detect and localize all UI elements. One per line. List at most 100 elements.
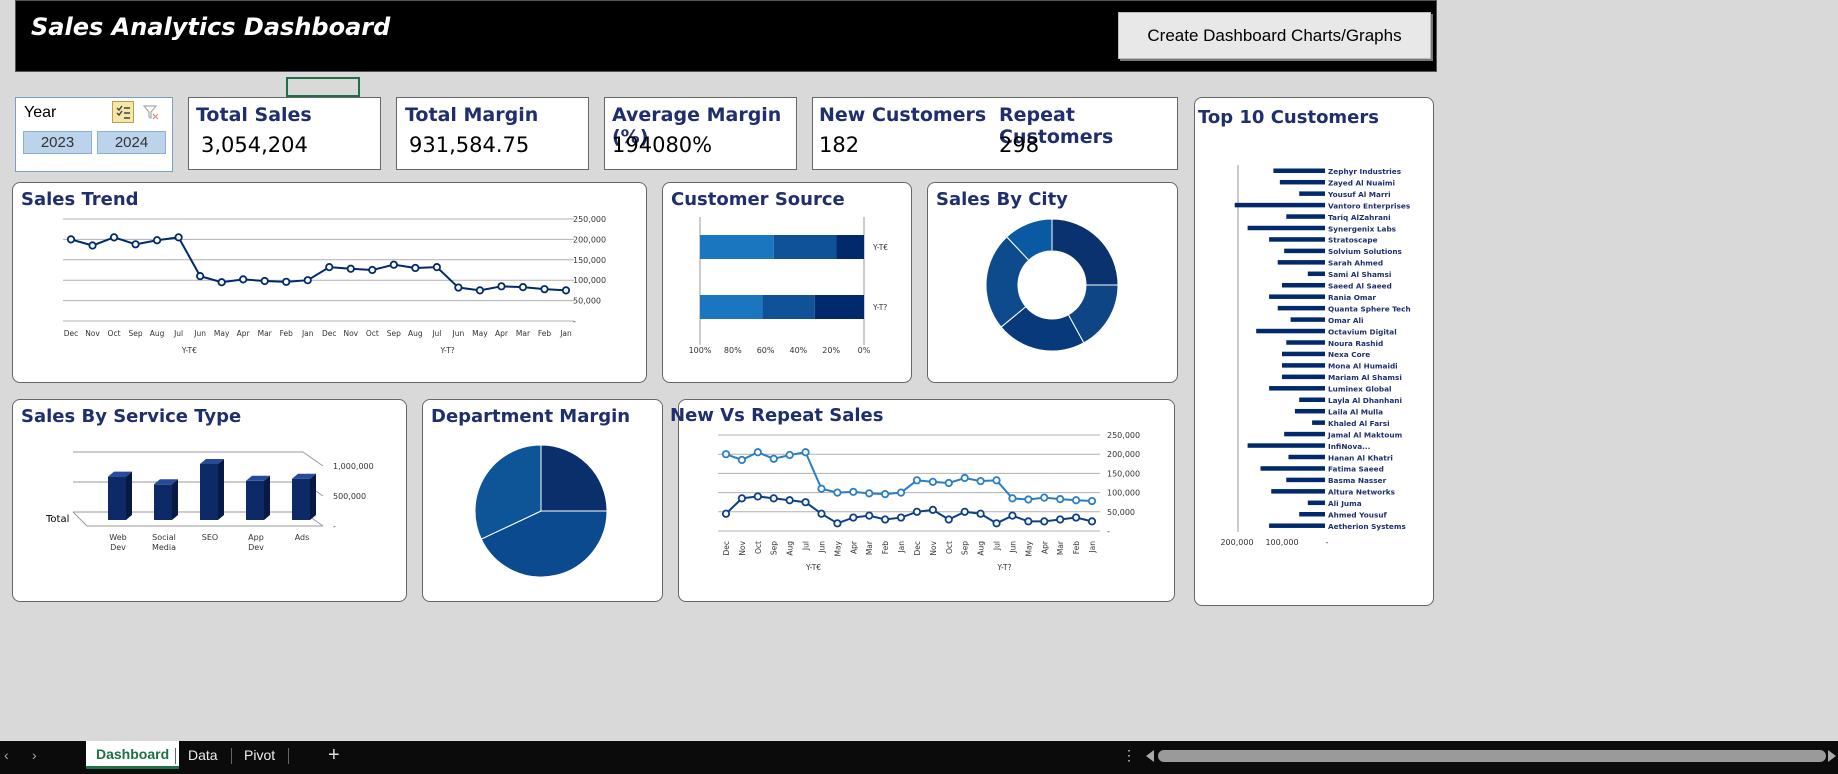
x-tick-label: Jan xyxy=(559,329,572,338)
data-point xyxy=(1040,493,1049,502)
y-tick-label: 100,000 xyxy=(573,276,606,285)
x-tick-label: Apr xyxy=(237,329,251,338)
series-label: Total xyxy=(45,514,69,525)
category-label: InfiNova... xyxy=(1328,442,1371,451)
kpi-value-repeat: 298 xyxy=(999,133,1040,157)
bar-side xyxy=(310,473,316,520)
bar xyxy=(1284,431,1325,437)
x-tick-label: 100,000 xyxy=(1265,538,1298,547)
category-label: Sami Al Shamsi xyxy=(1328,270,1391,279)
clear-filter-icon[interactable] xyxy=(140,101,162,123)
x-tick-label: Dec xyxy=(722,541,731,556)
bar xyxy=(1234,202,1325,208)
category-label: Laila Al Mulla xyxy=(1328,407,1383,416)
horizontal-scrollbar[interactable] xyxy=(1158,750,1826,762)
category-label: Aetherion Systems xyxy=(1328,522,1406,531)
y-tick-label: - xyxy=(573,317,576,326)
data-point xyxy=(817,484,826,493)
x-tick-label: Jul xyxy=(431,329,441,338)
slicer-option-2024[interactable]: 2024 xyxy=(97,131,166,154)
data-point xyxy=(912,507,922,516)
bar xyxy=(1312,420,1325,425)
hscroll-right-icon[interactable] xyxy=(1828,750,1836,762)
data-point xyxy=(540,285,549,294)
bar-segment xyxy=(836,235,864,259)
hscroll-left-icon[interactable] xyxy=(1146,750,1154,762)
bar xyxy=(1294,408,1325,414)
x-tick-label: Jan xyxy=(1088,541,1097,554)
bar-segment xyxy=(814,295,864,319)
series-line xyxy=(725,495,1093,525)
sales-trend-chart: 250,000 200,000 150,000 100,000 50,000 - Dec No… xyxy=(63,215,606,355)
category-label: Y-T? xyxy=(872,303,887,312)
scroll-left-icon[interactable]: ‹ xyxy=(4,747,9,763)
more-options-icon[interactable]: ⋮ xyxy=(1122,747,1136,764)
x-tick-label: Jan xyxy=(897,541,906,554)
y-tick-label: 100,000 xyxy=(1107,489,1140,498)
scroll-right-icon[interactable]: › xyxy=(32,747,37,763)
category-label: Ali Juma xyxy=(1328,499,1362,508)
y-tick-label: 150,000 xyxy=(1107,469,1140,478)
data-point xyxy=(721,509,731,518)
data-point xyxy=(454,283,463,292)
tab-data[interactable]: Data xyxy=(178,741,228,769)
x-tick-label: Jun xyxy=(1008,541,1017,554)
category-label: Zayed Al Nuaimi xyxy=(1328,178,1395,187)
top-customers-chart: Zephyr Industries Zayed Al Nuaimi Yousuf A… xyxy=(1220,165,1411,547)
y-tick-label: 50,000 xyxy=(573,297,601,306)
x-tick-label: Feb xyxy=(1072,541,1081,555)
x-tick-label: 20% xyxy=(822,346,840,355)
x-tick-label: App xyxy=(248,533,264,542)
x-tick-label: Feb xyxy=(280,329,294,338)
bar xyxy=(1279,179,1325,185)
data-point xyxy=(325,263,334,272)
data-point xyxy=(737,494,747,503)
category-label: Mona Al Humaidi xyxy=(1328,362,1398,371)
data-point xyxy=(944,478,953,488)
x-tick-label: Jun xyxy=(193,329,206,338)
category-label: Luminex Global xyxy=(1328,385,1392,394)
sheet-tab-bar: ‹ › Dashboard Data Pivot + ⋮ xyxy=(0,741,1838,774)
data-point xyxy=(944,515,953,524)
x-tick-label: Apr xyxy=(1040,540,1049,554)
tab-dashboard[interactable]: Dashboard xyxy=(86,741,180,769)
data-point xyxy=(817,509,826,518)
kpi-value: 931,584.75 xyxy=(409,133,530,157)
top-customers-card: Top 10 Customers Zephyr Industries Zayed … xyxy=(1194,97,1434,606)
bar-segment xyxy=(700,295,763,319)
x-tick-label: Dec xyxy=(64,329,79,338)
bar xyxy=(1307,271,1325,277)
bar-side xyxy=(126,471,132,520)
add-sheet-icon[interactable]: + xyxy=(328,744,340,767)
data-point xyxy=(389,260,398,269)
x-tick-label: Sep xyxy=(961,541,970,555)
category-label: Zephyr Industries xyxy=(1328,167,1401,176)
wall-line xyxy=(72,511,88,527)
x-tick-label: Nov xyxy=(343,329,358,338)
tab-pivot[interactable]: Pivot xyxy=(234,741,285,769)
x-group-label: Y-T? xyxy=(439,346,454,355)
y-tick-label: 200,000 xyxy=(573,235,606,244)
data-point xyxy=(1087,496,1097,506)
sales-by-service-chart: 1,000,000500,000-TotalWebDevSocialMediaS… xyxy=(45,451,374,552)
data-point xyxy=(865,489,874,498)
selected-cell[interactable] xyxy=(286,77,360,97)
data-point xyxy=(881,515,890,524)
customer-source-card: Customer Source 100% 80% 60% 40% 20% 0% Y-T€ Y-… xyxy=(662,182,912,383)
category-label: Altura Networks xyxy=(1328,488,1395,497)
wall-line xyxy=(73,451,324,467)
x-tick-label: Sep xyxy=(770,541,779,555)
x-tick-label: Oct xyxy=(108,329,121,338)
data-point xyxy=(260,276,269,286)
data-point xyxy=(960,473,969,483)
slicer-option-2023[interactable]: 2023 xyxy=(23,131,92,154)
bar xyxy=(1307,500,1325,506)
slice xyxy=(540,444,608,512)
series-line xyxy=(725,451,1093,503)
data-point xyxy=(849,513,858,522)
category-label: Jamal Al Maktoum xyxy=(1327,430,1403,439)
multi-select-icon[interactable] xyxy=(112,101,134,123)
y-tick-label: 150,000 xyxy=(573,256,606,265)
data-point xyxy=(737,455,747,465)
create-charts-button[interactable]: Create Dashboard Charts/Graphs xyxy=(1118,12,1431,59)
